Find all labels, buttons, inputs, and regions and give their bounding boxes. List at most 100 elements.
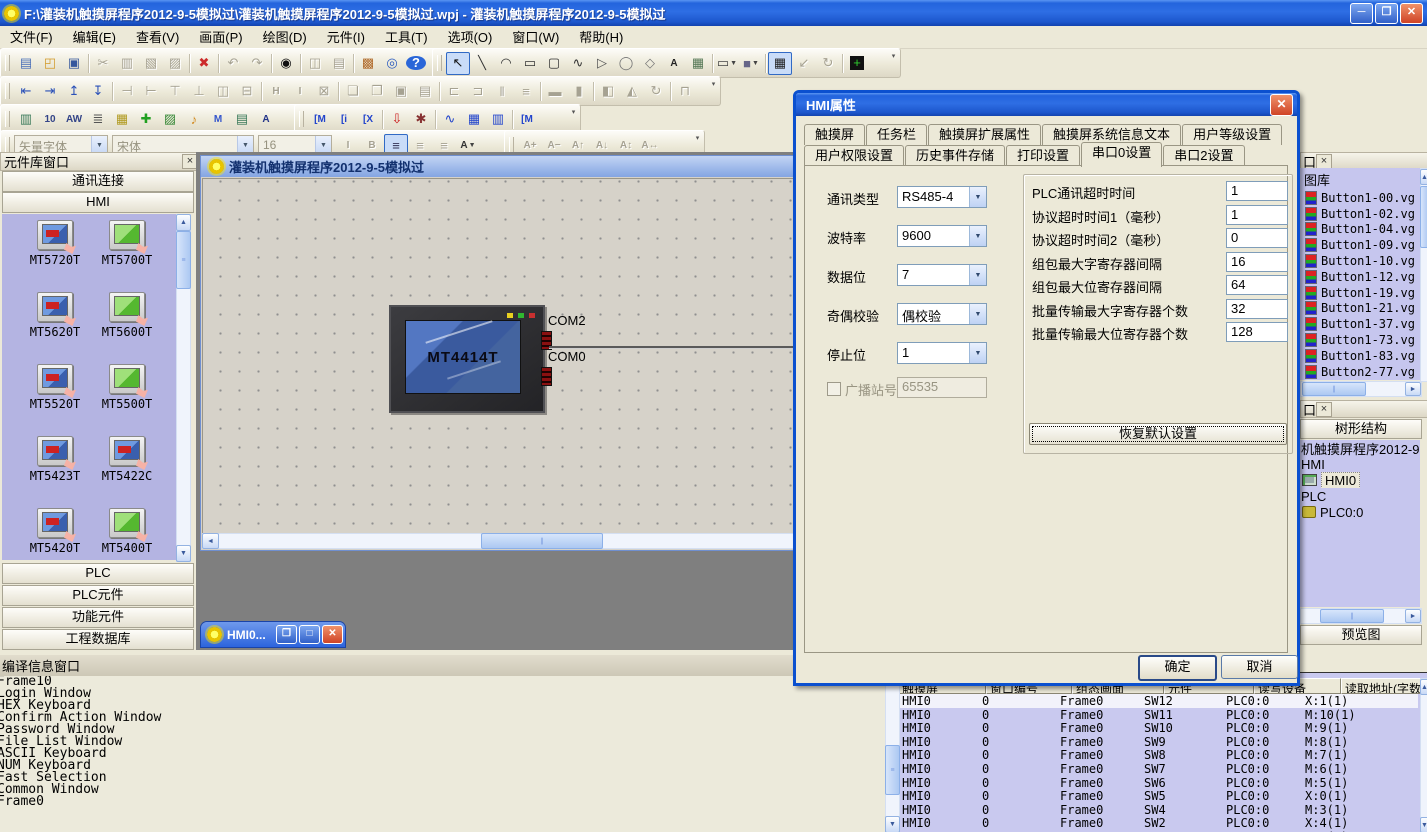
menu-item-4[interactable]: 绘图(D) xyxy=(253,27,317,48)
gallery-item[interactable]: Button2-77.vg xyxy=(1300,364,1420,380)
chevron-down-icon[interactable]: ▼ xyxy=(969,226,986,246)
new-project-icon[interactable]: ▤ xyxy=(14,52,38,75)
tab-触摸屏扩展属性[interactable]: 触摸屏扩展属性 xyxy=(928,124,1041,145)
bit-state-library-icon[interactable]: 10 xyxy=(38,108,62,131)
tab-历史事件存储[interactable]: 历史事件存储 xyxy=(905,145,1005,166)
compile-line[interactable]: Password Window xyxy=(0,724,885,736)
address-tag-icon[interactable]: ▩ xyxy=(356,52,380,75)
compile-line[interactable]: Frame0 xyxy=(0,796,885,808)
compile-line[interactable]: Confirm Action Window xyxy=(0,712,885,724)
graphics-library-icon[interactable]: ▥ xyxy=(14,108,38,131)
save-project-icon[interactable]: ▣ xyxy=(62,52,86,75)
gallery-item[interactable]: Button1-09.vg xyxy=(1300,237,1420,253)
timing-field-input[interactable]: 1 xyxy=(1226,205,1288,225)
gallery-item[interactable]: Button1-19.vg xyxy=(1300,285,1420,301)
table-row[interactable]: HMI00Frame0SW11PLC0:0M:10(1) xyxy=(898,708,1418,722)
gallery-scroll-up-icon[interactable]: ▲ xyxy=(1420,169,1427,185)
tab-打印设置[interactable]: 打印设置 xyxy=(1006,145,1080,166)
help-icon[interactable]: ? xyxy=(404,52,428,75)
restore-button[interactable]: ❐ xyxy=(1375,3,1398,24)
library-section-plc-components[interactable]: PLC元件 xyxy=(2,585,194,606)
device-item[interactable]: MT5600T xyxy=(92,292,162,339)
grid-toggle-icon[interactable]: ▦ xyxy=(768,52,792,75)
cancel-button[interactable]: 取消 xyxy=(1221,655,1298,679)
toolbar-grip[interactable] xyxy=(299,111,304,127)
find-address-icon[interactable]: A xyxy=(254,108,278,131)
table-row[interactable]: HMI00Frame0SW4PLC0:0M:3(1) xyxy=(898,803,1418,817)
chevron-down-icon[interactable]: ▼ xyxy=(969,187,986,207)
table-scroll-down-icon[interactable]: ▼ xyxy=(885,816,900,832)
gallery-item[interactable]: Button1-10.vg xyxy=(1300,253,1420,269)
find-icon[interactable]: ◉ xyxy=(274,52,298,75)
toolbar-overflow-icon[interactable]: ▾ xyxy=(889,53,898,61)
minimized-close-icon[interactable]: ✕ xyxy=(322,625,343,644)
draw-circle-icon[interactable]: ◯ xyxy=(614,52,638,75)
compile-line[interactable]: Frame10 xyxy=(0,676,885,688)
trend-chart-icon[interactable]: ∿ xyxy=(438,108,462,131)
gallery-item[interactable]: Button1-37.vg xyxy=(1300,316,1420,332)
library-section-comm[interactable]: 通讯连接 xyxy=(2,171,194,192)
draw-polygon-icon[interactable]: ▷ xyxy=(590,52,614,75)
object-picker-icon[interactable]: ◎ xyxy=(380,52,404,75)
device-scroll-down-icon[interactable]: ▼ xyxy=(176,545,191,562)
menu-item-8[interactable]: 窗口(W) xyxy=(502,27,569,48)
nudge-left-icon[interactable]: ⇤ xyxy=(14,80,38,103)
draw-arc-icon[interactable]: ◠ xyxy=(494,52,518,75)
timing-field-input[interactable]: 0 xyxy=(1226,228,1288,248)
table-row[interactable]: HMI00Frame0SW6PLC0:0M:5(1) xyxy=(898,776,1418,790)
gallery-scroll-right-icon[interactable]: ► xyxy=(1405,382,1421,396)
compile-line[interactable]: File List Window xyxy=(0,736,885,748)
menu-item-1[interactable]: 编辑(E) xyxy=(63,27,126,48)
toolbar-grip[interactable] xyxy=(5,55,10,71)
menu-item-2[interactable]: 查看(V) xyxy=(126,27,189,48)
position-size-icon[interactable]: + xyxy=(845,52,869,75)
restore-defaults-button[interactable]: 恢复默认设置 xyxy=(1029,423,1287,445)
report-chart-icon[interactable]: ▥ xyxy=(486,108,510,131)
chevron-down-icon[interactable]: ▼ xyxy=(969,304,986,324)
gallery-item[interactable]: Button1-04.vg xyxy=(1300,222,1420,238)
tab-用户等级设置[interactable]: 用户等级设置 xyxy=(1182,124,1282,145)
library-section-plc[interactable]: PLC xyxy=(2,563,194,584)
open-window-icon[interactable]: [M xyxy=(308,108,332,131)
device-item[interactable]: MT5620T xyxy=(20,292,90,339)
tree-node-hmi[interactable]: HMI xyxy=(1300,456,1420,472)
toolbar-overflow-icon[interactable]: ▾ xyxy=(709,81,718,89)
address-tag-library-icon[interactable]: ≣ xyxy=(86,108,110,131)
table-row[interactable]: HMI00Frame0SW12PLC0:0X:1(1) xyxy=(898,694,1418,708)
table-row[interactable]: HMI00Frame0SW9PLC0:0M:8(1) xyxy=(898,735,1418,749)
canvas-scroll-thumb[interactable]: ∥ xyxy=(481,533,603,549)
system-tools-icon[interactable]: ✱ xyxy=(409,108,433,131)
minimize-button[interactable]: ─ xyxy=(1350,3,1373,24)
table-row[interactable]: HMI00Frame0SW2PLC0:0X:4(1) xyxy=(898,816,1418,830)
picture-library-icon[interactable]: ▨ xyxy=(158,108,182,131)
table-row[interactable]: HMI00Frame0SW10PLC0:0M:9(1) xyxy=(898,721,1418,735)
minimized-window[interactable]: HMI0... ❐ □ ✕ xyxy=(201,622,345,647)
compile-line[interactable]: Login Window xyxy=(0,688,885,700)
text-library-icon[interactable]: AW xyxy=(62,108,86,131)
insert-image-icon[interactable]: ▦ xyxy=(686,52,710,75)
combo-通讯类型[interactable]: RS485-4▼ xyxy=(897,186,987,208)
macro-editor-icon[interactable]: M xyxy=(206,108,230,131)
tree-node-plc[interactable]: PLC xyxy=(1300,488,1420,504)
close-button[interactable]: ✕ xyxy=(1400,3,1423,24)
tab-触摸屏[interactable]: 触摸屏 xyxy=(804,124,865,145)
gallery-item[interactable]: Button1-21.vg xyxy=(1300,301,1420,317)
device-item[interactable]: MT5700T xyxy=(92,220,162,267)
table-right-scroll-down-icon[interactable]: ▼ xyxy=(1420,817,1427,832)
minimized-maximize-icon[interactable]: □ xyxy=(299,625,320,644)
draw-rounded-rect-icon[interactable]: ▢ xyxy=(542,52,566,75)
border-color-icon[interactable]: ▭▼ xyxy=(715,52,739,75)
open-project-icon[interactable]: ◰ xyxy=(38,52,62,75)
canvas-window-titlebar[interactable]: 灌装机触摸屏程序2012-9-5模拟过 xyxy=(201,156,879,177)
combo-波特率[interactable]: 9600▼ xyxy=(897,225,987,247)
tree-root-node[interactable]: 机触摸屏程序2012-9-5模 xyxy=(1300,440,1420,456)
combo-数据位[interactable]: 7▼ xyxy=(897,264,987,286)
toolbar-grip[interactable] xyxy=(437,55,442,71)
library-section-hmi[interactable]: HMI xyxy=(2,192,194,213)
device-item[interactable]: MT5420T xyxy=(20,508,90,555)
compile-line[interactable]: Fast Selection xyxy=(0,772,885,784)
structure-panel-close-icon[interactable]: × xyxy=(1316,402,1332,417)
timing-field-input[interactable]: 128 xyxy=(1226,322,1288,342)
sound-library-icon[interactable]: ♪ xyxy=(182,108,206,131)
ok-button[interactable]: 确定 xyxy=(1138,655,1217,681)
